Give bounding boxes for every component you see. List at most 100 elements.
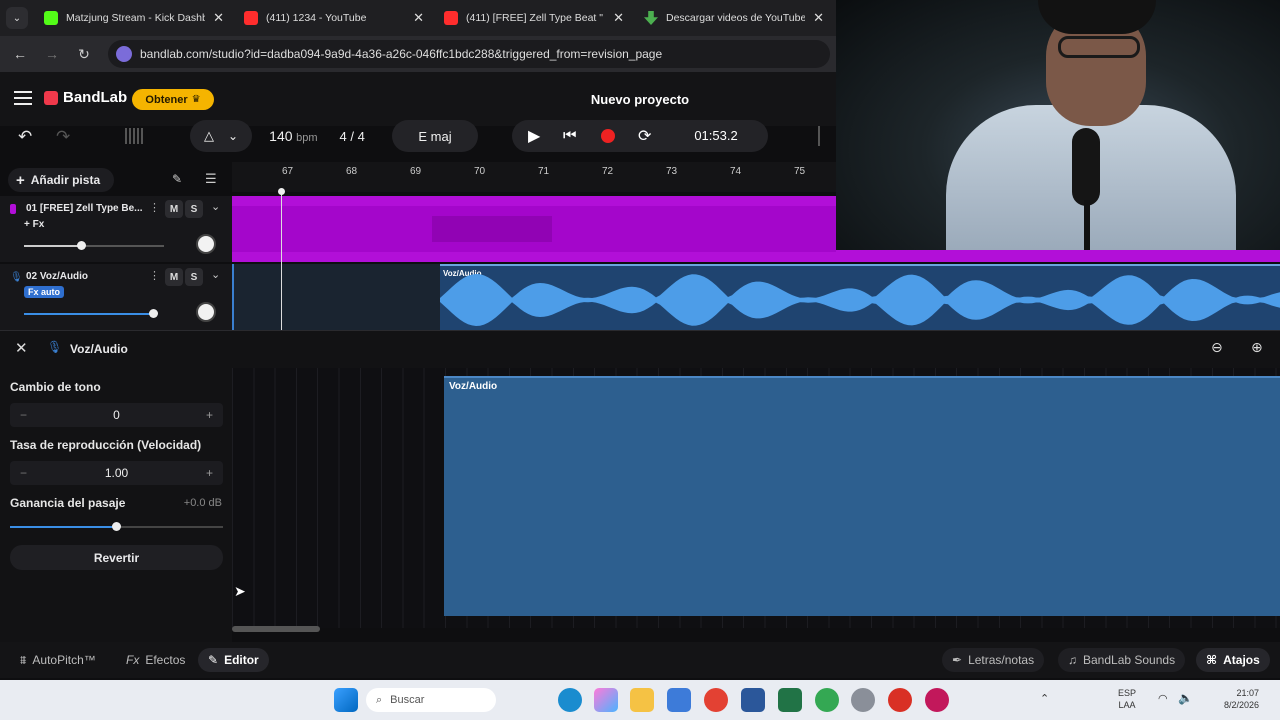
track-header-1[interactable]: 01 [FREE] Zell Type Be... ⋮ M S ⌄ + Fx [0, 196, 232, 262]
fx-auto-badge[interactable]: Fx auto [24, 286, 65, 298]
record-icon[interactable] [601, 129, 615, 143]
skip-back-icon[interactable]: ⏮ [563, 127, 577, 144]
browser-tab[interactable]: Descargar videos de YouTube ✕ [634, 0, 834, 36]
plus-icon[interactable]: + [206, 408, 213, 422]
close-icon[interactable]: ✕ [413, 10, 424, 26]
add-track-button[interactable]: + Añadir pista [8, 168, 114, 192]
editor-grid[interactable]: Voz/Audio [232, 368, 1280, 628]
effects-button[interactable]: Fx Efectos [116, 648, 195, 672]
word-icon[interactable] [741, 688, 765, 712]
autopitch-button[interactable]: ⩩ AutoPitch™ [10, 648, 106, 672]
chevron-down-icon[interactable]: ⌄ [211, 268, 220, 281]
track-1-region-right[interactable] [836, 250, 1280, 262]
track-2-empty[interactable] [232, 264, 440, 330]
play-icon[interactable]: ▶ [528, 126, 540, 146]
minus-icon[interactable]: − [20, 466, 27, 480]
back-arrow-icon[interactable]: ← [12, 46, 28, 62]
track-name[interactable]: 01 [FREE] Zell Type Be... [26, 203, 146, 214]
volume-slider[interactable] [24, 313, 154, 315]
undo-icon[interactable]: ↶ [18, 127, 32, 147]
close-icon[interactable]: ✕ [813, 10, 824, 26]
loop-icon[interactable]: ⟳ [638, 126, 651, 146]
gain-thumb[interactable] [112, 522, 121, 531]
solo-button[interactable]: S [185, 268, 203, 286]
settings-icon[interactable] [851, 688, 875, 712]
more-icon[interactable]: ⋮ [149, 269, 160, 282]
settings-slider-icon[interactable] [818, 126, 836, 146]
rate-stepper[interactable]: − 1.00 + [10, 461, 223, 485]
key-button[interactable]: E maj [392, 120, 478, 152]
pitch-value[interactable]: 0 [113, 408, 120, 422]
volume-thumb[interactable] [149, 309, 158, 318]
pan-knob[interactable] [196, 234, 216, 254]
close-icon[interactable]: ✕ [15, 339, 28, 357]
language-indicator[interactable]: ESP LAA [1118, 687, 1136, 711]
track-1-region[interactable] [232, 196, 836, 262]
playhead-handle[interactable] [278, 188, 285, 195]
zoom-out-icon[interactable]: ⊖ [1211, 339, 1223, 356]
metronome-button[interactable]: △ ⌄ [190, 120, 252, 152]
copilot-icon[interactable] [594, 688, 618, 712]
wifi-icon[interactable]: ◠ [1158, 692, 1168, 705]
mixer-icon[interactable] [125, 128, 145, 144]
redo-icon[interactable]: ↷ [56, 127, 70, 147]
tab-list-button[interactable]: ⌄ [0, 0, 34, 36]
browser-tab[interactable]: Matzjung Stream - Kick Dashb ✕ [34, 0, 234, 36]
reload-icon[interactable]: ↻ [76, 46, 92, 63]
track-2-clip[interactable]: Voz/Audio [440, 264, 1280, 330]
sounds-button[interactable]: ♫ BandLab Sounds [1058, 648, 1186, 672]
shortcuts-button[interactable]: ⌘ Atajos [1196, 648, 1270, 672]
fx-button[interactable]: + Fx [24, 219, 44, 230]
rate-value[interactable]: 1.00 [105, 466, 128, 480]
tempo-timesig[interactable]: 140 bpm 4 / 4 [254, 120, 380, 152]
editor-clip[interactable]: Voz/Audio [444, 376, 1280, 616]
forward-arrow-icon[interactable]: → [44, 46, 60, 62]
mute-button[interactable]: M [165, 268, 183, 286]
browser-tab[interactable]: (411) [FREE] Zell Type Beat " EX ✕ [434, 0, 634, 36]
excel-icon[interactable] [778, 688, 802, 712]
edge-icon[interactable] [558, 688, 582, 712]
clock[interactable]: 21:07 8/2/2026 [1224, 687, 1259, 711]
track-name[interactable]: 02 Voz/Audio [26, 271, 88, 282]
more-icon[interactable]: ⋮ [149, 201, 160, 214]
mute-button[interactable]: M [165, 200, 183, 218]
chrome-profile-icon[interactable] [815, 688, 839, 712]
project-title[interactable]: Nuevo proyecto [540, 92, 740, 107]
file-explorer-icon[interactable] [630, 688, 654, 712]
chrome-alt-icon[interactable] [888, 688, 912, 712]
horizontal-scrollbar[interactable] [232, 626, 320, 632]
filter-icon[interactable]: ☰ [205, 171, 217, 187]
app-icon[interactable] [925, 688, 949, 712]
chevron-down-icon[interactable]: ⌄ [211, 200, 220, 213]
solo-button[interactable]: S [185, 200, 203, 218]
pitch-stepper[interactable]: − 0 + [10, 403, 223, 427]
playhead[interactable] [281, 190, 282, 330]
pencil-icon[interactable]: ✎ [172, 172, 182, 186]
volume-thumb[interactable] [77, 241, 86, 250]
plus-icon[interactable]: + [206, 466, 213, 480]
timeline-ruler[interactable]: 67 68 69 70 71 72 73 74 75 [232, 162, 836, 192]
url-field[interactable]: bandlab.com/studio?id=dadba094-9a9d-4a36… [108, 40, 830, 68]
revert-button[interactable]: Revertir [10, 545, 223, 570]
microphone [1072, 128, 1100, 206]
pan-knob[interactable] [196, 302, 216, 322]
bandlab-logo[interactable]: BandLab [44, 89, 127, 106]
menu-icon[interactable] [14, 91, 32, 105]
mail-icon[interactable] [667, 688, 691, 712]
chevron-up-icon[interactable]: ⌃ [1040, 692, 1049, 705]
editor-button[interactable]: ✎ Editor [198, 648, 269, 672]
chrome-icon[interactable] [704, 688, 728, 712]
get-membership-button[interactable]: Obtener ♛ [132, 89, 214, 110]
minus-icon[interactable]: − [20, 408, 27, 422]
track-header-2[interactable]: 🎙 02 Voz/Audio ⋮ M S ⌄ Fx auto [0, 264, 232, 330]
windows-start-icon[interactable] [334, 688, 358, 712]
lyrics-button[interactable]: ✒ Letras/notas [942, 648, 1045, 672]
taskbar-search[interactable]: ⌕ Buscar [366, 688, 496, 712]
ruler-tick-label: 74 [730, 166, 742, 177]
close-icon[interactable]: ✕ [613, 10, 624, 26]
gain-label: Ganancia del pasaje [10, 496, 126, 510]
speaker-icon[interactable]: 🔈 [1178, 691, 1193, 705]
zoom-in-icon[interactable]: ⊕ [1251, 339, 1263, 356]
close-icon[interactable]: ✕ [213, 10, 224, 26]
browser-tab[interactable]: (411) 1234 - YouTube ✕ [234, 0, 434, 36]
